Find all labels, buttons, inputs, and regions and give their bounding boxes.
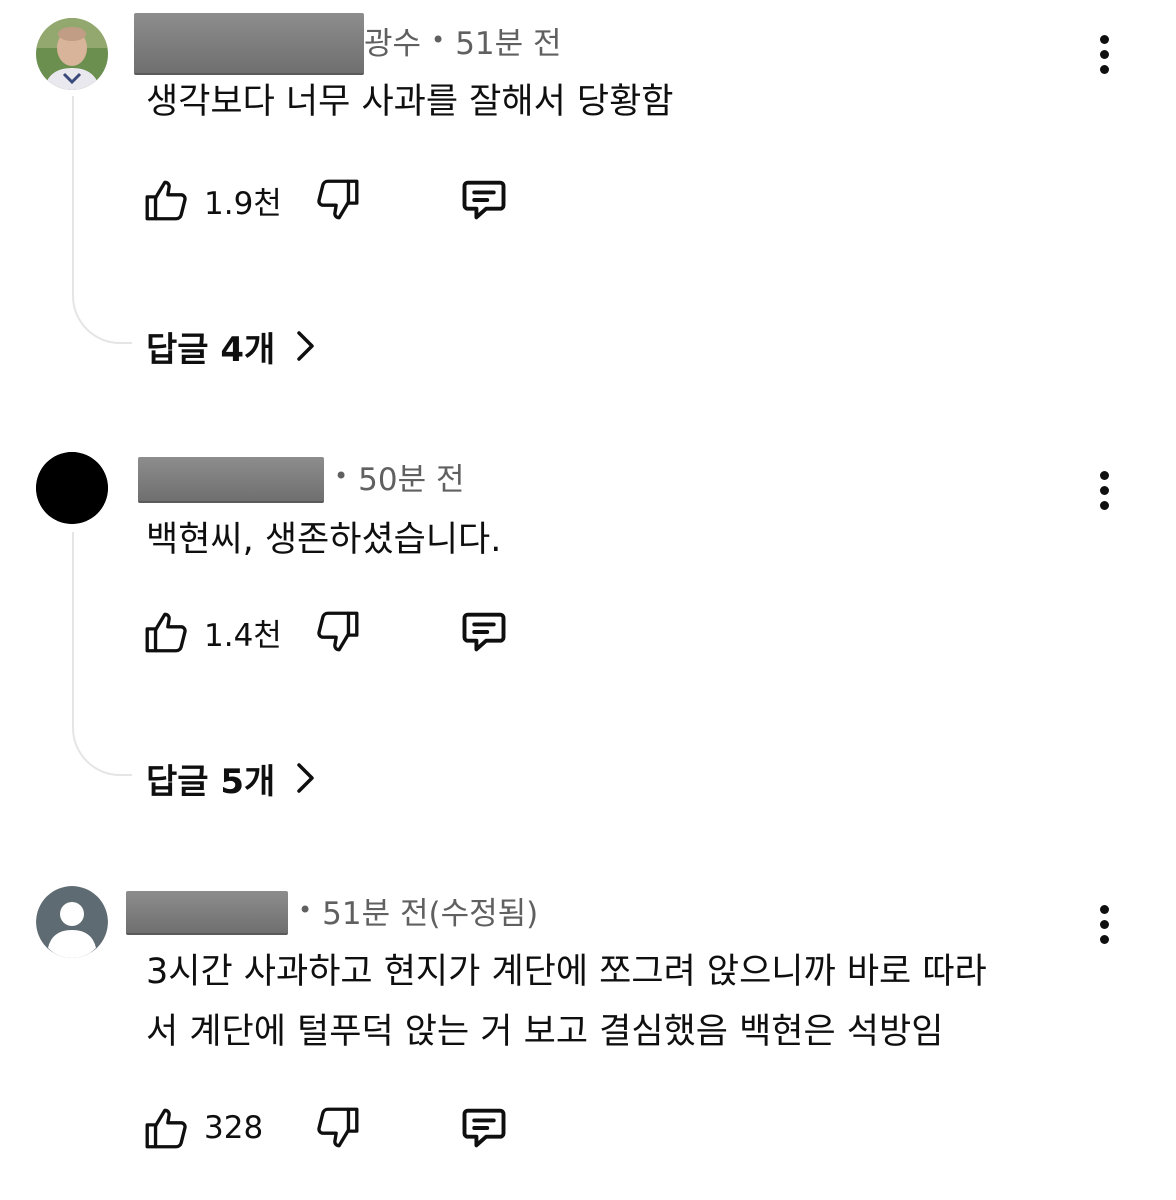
avatar[interactable] <box>36 452 108 524</box>
replies-label: 답글 4개 <box>146 329 276 370</box>
thread-line <box>72 532 132 776</box>
redacted-username <box>134 13 364 75</box>
comment-line: 3시간 사과하고 현지가 계단에 쪼그려 앉으니까 바로 따라 <box>146 952 987 992</box>
redacted-username <box>138 457 324 503</box>
comment-line: 서 계단에 털푸덕 앉는 거 보고 결심했음 백현은 석방임 <box>146 1012 944 1052</box>
dislike-button[interactable] <box>312 606 362 658</box>
thumbs-up-icon <box>145 1108 187 1149</box>
view-replies-button[interactable]: 답글 4개 <box>146 318 317 374</box>
comment-actions: 328 <box>142 1102 562 1158</box>
comment-line: 생각보다 너무 사과를 잘해서 당황함 <box>146 82 674 122</box>
comment-meta: 광수 • 51분 전 <box>134 13 562 75</box>
comment-text: 백현씨, 생존하셨습니다. <box>146 510 1106 570</box>
reply-button[interactable] <box>458 174 510 226</box>
reply-comment-icon <box>462 1108 506 1148</box>
reply-button[interactable] <box>458 606 510 658</box>
chevron-right-icon <box>297 763 315 793</box>
author-name[interactable]: 광수 <box>364 18 421 63</box>
thumbs-up-icon <box>145 612 187 653</box>
separator-dot: • <box>298 896 313 924</box>
thumbs-down-icon <box>317 611 359 652</box>
thumbs-up-icon <box>145 180 187 221</box>
thread-line <box>72 96 132 344</box>
separator-dot: • <box>334 462 349 490</box>
timestamp[interactable]: 51분 전 <box>455 18 561 63</box>
view-replies-button[interactable]: 답글 5개 <box>146 750 317 806</box>
like-button[interactable]: 1.4천 <box>142 606 282 658</box>
chevron-right-icon <box>297 331 315 361</box>
default-user-avatar-icon <box>36 886 108 958</box>
replies-label: 답글 5개 <box>146 761 276 802</box>
like-button[interactable]: 1.9천 <box>142 174 282 226</box>
avatar[interactable] <box>36 18 108 90</box>
comment-line: 백현씨, 생존하셨습니다. <box>146 520 502 560</box>
timestamp[interactable]: 51분 전(수정됨) <box>322 888 538 933</box>
thumbs-down-icon <box>317 179 359 220</box>
avatar[interactable] <box>36 886 108 958</box>
comment-meta: • 50분 전 <box>134 454 465 503</box>
photo-avatar-icon <box>36 18 108 90</box>
comment-actions: 1.9천 <box>142 174 562 230</box>
dislike-button[interactable] <box>312 1102 362 1154</box>
like-button[interactable]: 328 <box>142 1102 263 1154</box>
comment-meta: • 51분 전(수정됨) <box>126 888 538 935</box>
redacted-username <box>126 891 288 935</box>
reply-comment-icon <box>462 612 506 652</box>
like-count: 328 <box>204 1110 264 1146</box>
comment-actions: 1.4천 <box>142 606 562 662</box>
timestamp[interactable]: 50분 전 <box>358 454 464 499</box>
reply-button[interactable] <box>458 1102 510 1154</box>
dislike-button[interactable] <box>312 174 362 226</box>
thumbs-down-icon <box>317 1107 359 1148</box>
reply-comment-icon <box>462 180 506 220</box>
like-count: 1.4천 <box>204 617 282 654</box>
comment-text: 3시간 사과하고 현지가 계단에 쪼그려 앉으니까 바로 따라 서 계단에 털푸… <box>146 942 1106 1062</box>
comment-text: 생각보다 너무 사과를 잘해서 당황함 <box>146 72 1106 132</box>
black-avatar-icon <box>36 452 108 524</box>
separator-dot: • <box>431 26 446 54</box>
like-count: 1.9천 <box>204 185 282 222</box>
